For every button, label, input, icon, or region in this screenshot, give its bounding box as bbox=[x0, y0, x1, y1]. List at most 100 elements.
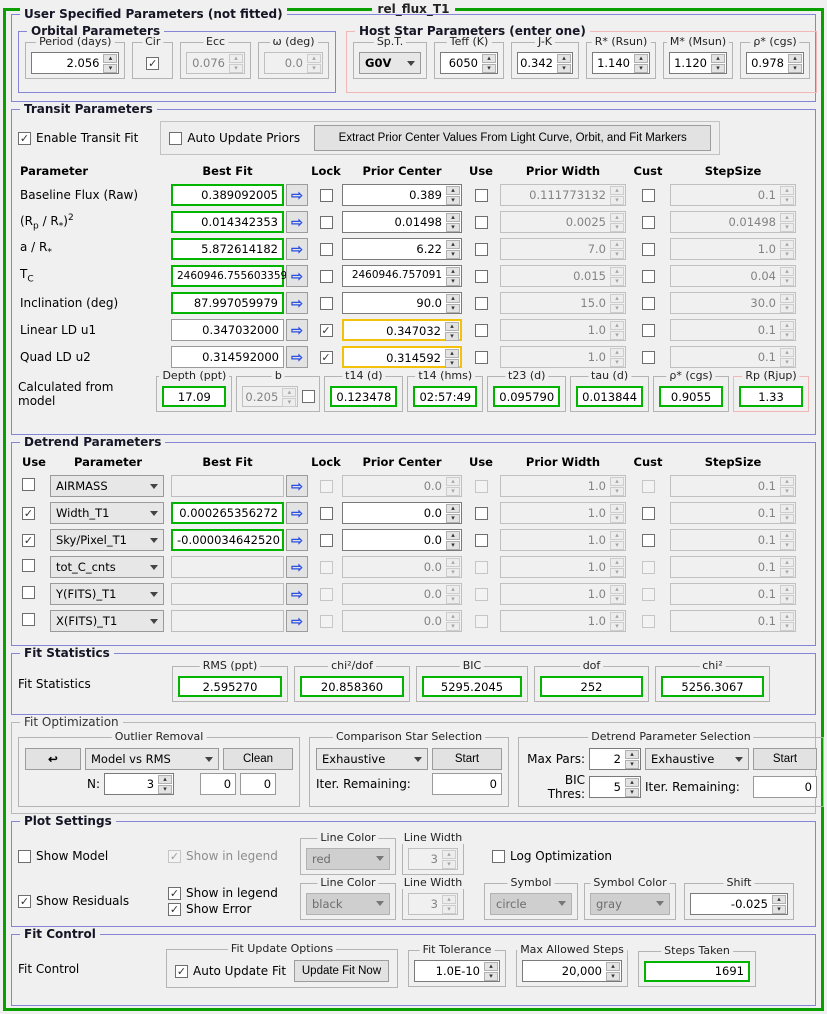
custom-step-checkbox[interactable] bbox=[641, 323, 655, 337]
spinner-buttons-icon[interactable] bbox=[779, 266, 795, 286]
lock-checkbox[interactable] bbox=[319, 533, 333, 547]
mstar-field[interactable]: 1.120 bbox=[669, 52, 727, 74]
prior-center-field[interactable]: 2460946.757091 bbox=[342, 265, 462, 287]
spinner-buttons-icon[interactable] bbox=[609, 557, 625, 577]
custom-step-checkbox[interactable] bbox=[641, 269, 655, 283]
spinner-buttons-icon[interactable] bbox=[609, 503, 625, 523]
spinner-buttons-icon[interactable] bbox=[445, 476, 461, 496]
spinner-buttons-icon[interactable] bbox=[483, 961, 499, 981]
spinner-buttons-icon[interactable] bbox=[609, 266, 625, 286]
use-prior-checkbox[interactable] bbox=[474, 269, 488, 283]
spinner-buttons-icon[interactable] bbox=[445, 185, 461, 205]
prior-width-field[interactable]: 0.111773132 bbox=[500, 184, 626, 206]
spinner-buttons-icon[interactable] bbox=[556, 53, 572, 73]
n-field[interactable]: 3 bbox=[104, 773, 175, 795]
spinner-buttons-icon[interactable] bbox=[445, 503, 461, 523]
stepsize-field[interactable]: 0.1 bbox=[670, 319, 796, 341]
copy-best-to-prior-button[interactable]: ⇨ bbox=[286, 556, 308, 578]
extract-priors-button[interactable]: Extract Prior Center Values From Light C… bbox=[314, 125, 712, 151]
prior-width-field[interactable]: 1.0 bbox=[500, 529, 626, 551]
lock-checkbox[interactable] bbox=[319, 350, 333, 364]
detrend-param-select[interactable]: Sky/Pixel_T1 bbox=[50, 529, 164, 551]
custom-step-checkbox[interactable] bbox=[641, 533, 655, 547]
show-residuals[interactable]: Show Residuals bbox=[18, 894, 168, 908]
symbol-color-select[interactable]: gray bbox=[590, 892, 670, 915]
residuals-legend-checkbox[interactable] bbox=[168, 886, 181, 900]
spinner-buttons-icon[interactable] bbox=[444, 321, 460, 339]
custom-step-checkbox[interactable] bbox=[641, 506, 655, 520]
circular-orbit-checkbox[interactable] bbox=[146, 56, 160, 70]
lock-checkbox[interactable] bbox=[319, 188, 333, 202]
spinner-buttons-icon[interactable] bbox=[609, 611, 625, 631]
prior-width-field[interactable]: 1.0 bbox=[500, 502, 626, 524]
prior-width-field[interactable]: 1.0 bbox=[500, 556, 626, 578]
rstar-field[interactable]: 1.140 bbox=[592, 52, 650, 74]
spectral-type-select[interactable]: G0V bbox=[359, 52, 421, 74]
stepsize-field[interactable]: 0.1 bbox=[670, 583, 796, 605]
spinner-buttons-icon[interactable] bbox=[787, 53, 803, 73]
enable-transit-fit[interactable]: Enable Transit Fit bbox=[18, 131, 138, 145]
detrend-mode-select[interactable]: Exhaustive bbox=[645, 748, 749, 770]
spinner-buttons-icon[interactable] bbox=[228, 53, 244, 73]
spinner-buttons-icon[interactable] bbox=[779, 320, 795, 340]
spinner-buttons-icon[interactable] bbox=[445, 212, 461, 232]
model-show-in-legend[interactable]: Show in legend bbox=[168, 849, 300, 863]
spinner-buttons-icon[interactable] bbox=[609, 212, 625, 232]
stepsize-field[interactable]: 0.1 bbox=[670, 184, 796, 206]
spinner-buttons-icon[interactable] bbox=[771, 894, 787, 914]
spinner-buttons-icon[interactable] bbox=[779, 584, 795, 604]
max-pars-field[interactable]: 2 bbox=[589, 748, 641, 770]
lock-checkbox[interactable] bbox=[319, 242, 333, 256]
spinner-buttons-icon[interactable] bbox=[444, 348, 460, 366]
spinner-buttons-icon[interactable] bbox=[306, 53, 322, 73]
omega-field[interactable]: 0.0 bbox=[264, 52, 323, 74]
use-prior-checkbox[interactable] bbox=[474, 350, 488, 364]
show-model[interactable]: Show Model bbox=[18, 849, 168, 863]
fit-tolerance-field[interactable]: 1.0E-10 bbox=[414, 960, 500, 982]
residuals-show-in-legend[interactable]: Show in legend bbox=[168, 886, 300, 900]
copy-best-to-prior-button[interactable]: ⇨ bbox=[286, 265, 308, 287]
stepsize-field[interactable]: 0.1 bbox=[670, 475, 796, 497]
spinner-buttons-icon[interactable] bbox=[710, 53, 726, 73]
stepsize-field[interactable]: 0.1 bbox=[670, 502, 796, 524]
impact-b-checkbox[interactable] bbox=[302, 390, 316, 403]
log-optimization-checkbox[interactable] bbox=[492, 849, 505, 863]
model-line-width-field[interactable]: 3 bbox=[408, 847, 458, 870]
spinner-buttons-icon[interactable] bbox=[609, 185, 625, 205]
prior-width-field[interactable]: 1.0 bbox=[500, 319, 626, 341]
show-model-checkbox[interactable] bbox=[18, 849, 31, 863]
spinner-buttons-icon[interactable] bbox=[779, 503, 795, 523]
show-error-checkbox[interactable] bbox=[168, 902, 181, 916]
prior-width-field[interactable]: 1.0 bbox=[500, 610, 626, 632]
spinner-buttons-icon[interactable] bbox=[157, 774, 173, 794]
spinner-buttons-icon[interactable] bbox=[445, 584, 461, 604]
use-detrend-checkbox[interactable] bbox=[22, 559, 35, 572]
detrend-param-select[interactable]: AIRMASS bbox=[50, 475, 164, 497]
use-prior-checkbox[interactable] bbox=[474, 323, 488, 337]
custom-step-checkbox[interactable] bbox=[641, 215, 655, 229]
custom-step-checkbox[interactable] bbox=[641, 350, 655, 364]
copy-best-to-prior-button[interactable]: ⇨ bbox=[286, 319, 308, 341]
use-detrend-checkbox[interactable] bbox=[22, 478, 35, 491]
use-prior-checkbox[interactable] bbox=[474, 296, 488, 310]
spinner-buttons-icon[interactable] bbox=[779, 239, 795, 259]
spinner-buttons-icon[interactable] bbox=[779, 293, 795, 313]
spinner-buttons-icon[interactable] bbox=[779, 476, 795, 496]
comparison-mode-select[interactable]: Exhaustive bbox=[316, 748, 428, 770]
rho-field[interactable]: 0.978 bbox=[746, 52, 804, 74]
copy-best-to-prior-button[interactable]: ⇨ bbox=[286, 475, 308, 497]
lock-checkbox[interactable] bbox=[319, 323, 333, 337]
prior-width-field[interactable]: 7.0 bbox=[500, 238, 626, 260]
prior-center-field[interactable]: 0.0 bbox=[342, 583, 462, 605]
detrend-param-select[interactable]: tot_C_cnts bbox=[50, 556, 164, 578]
symbol-select[interactable]: circle bbox=[490, 892, 572, 915]
model-line-color-select[interactable]: red bbox=[306, 847, 390, 870]
lock-checkbox[interactable] bbox=[319, 269, 333, 283]
stepsize-field[interactable]: 0.01498 bbox=[670, 211, 796, 233]
copy-best-to-prior-button[interactable]: ⇨ bbox=[286, 583, 308, 605]
jk-field[interactable]: 0.342 bbox=[517, 52, 573, 74]
prior-center-field[interactable]: 0.01498 bbox=[342, 211, 462, 233]
spinner-buttons-icon[interactable] bbox=[779, 611, 795, 631]
use-detrend-checkbox[interactable] bbox=[22, 586, 35, 599]
prior-center-field[interactable]: 0.0 bbox=[342, 556, 462, 578]
